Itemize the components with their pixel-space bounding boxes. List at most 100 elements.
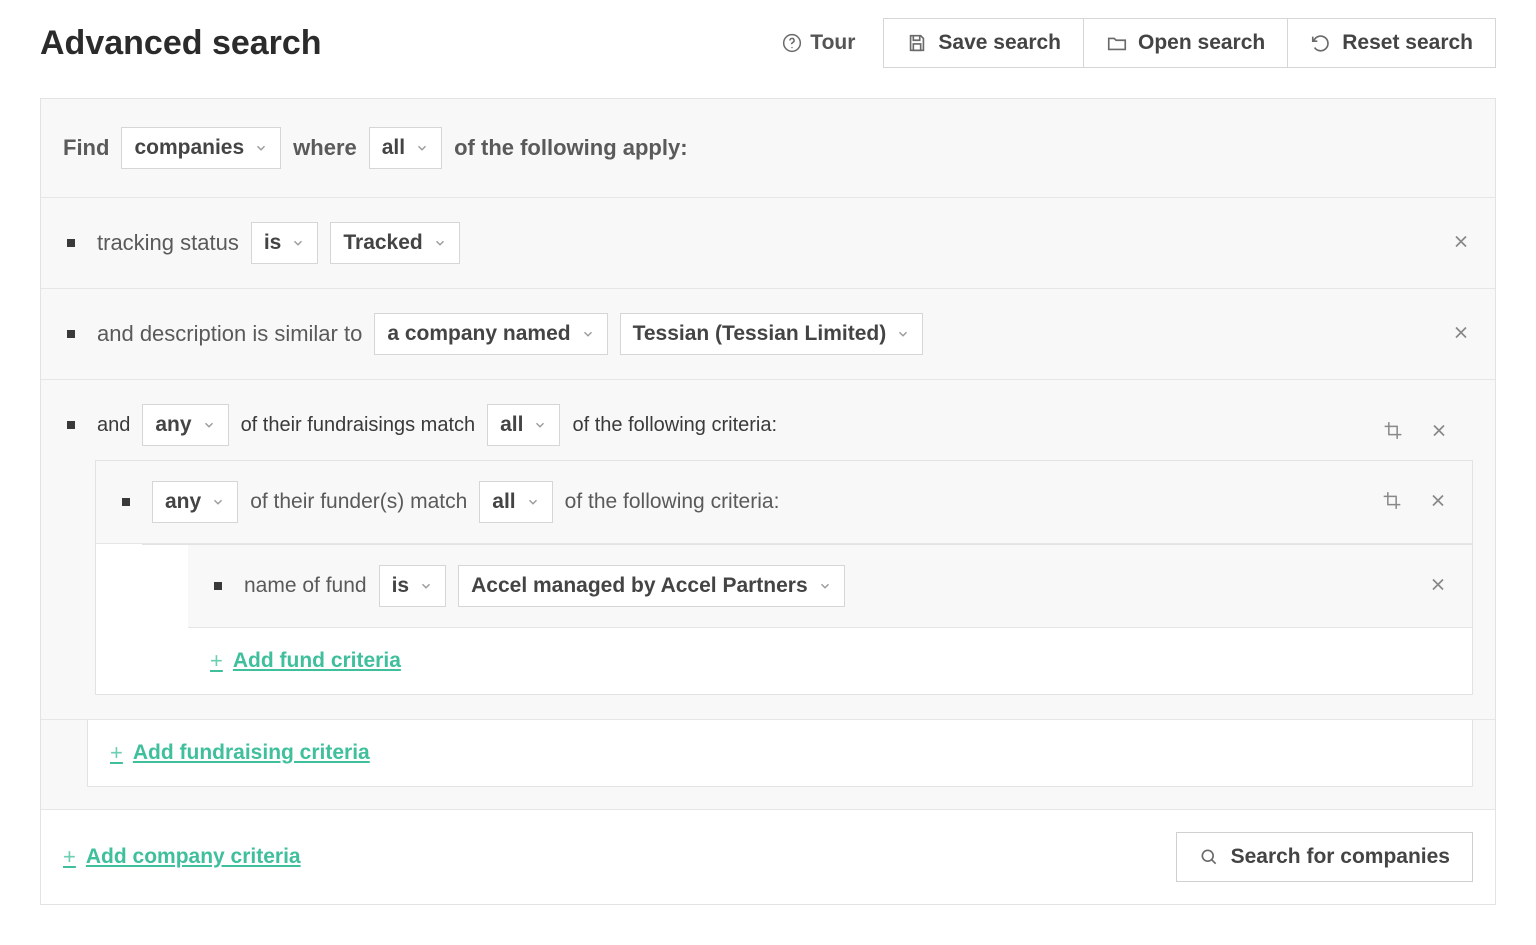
chevron-down-icon [526,495,540,509]
criteria-group-fundraisings: and any of their fundraisings match all … [41,380,1495,810]
add-fundraising-label: Add fundraising criteria [133,741,370,765]
where-label: where [293,135,357,161]
fund-criteria-container: name of fund is Accel managed by Accel P… [142,544,1472,694]
quantifier-value: any [165,490,201,514]
query-footer: + Add company criteria Search for compan… [41,810,1495,904]
value-select[interactable]: Tracked [330,222,459,264]
bullet-icon [67,330,75,338]
similarity-type-select[interactable]: a company named [374,313,607,355]
entity-select[interactable]: companies [121,127,281,169]
crop-group-button[interactable] [1379,417,1407,448]
find-label: Find [63,135,109,161]
apply-suffix: of the following apply: [454,135,687,161]
folder-icon [1106,32,1128,54]
and-prefix: and [97,414,130,437]
description-prefix: and description is similar to [97,321,362,347]
header-actions: Tour Save search Open search [764,18,1496,68]
bullet-icon [122,498,130,506]
close-icon [1428,491,1448,514]
criteria-row-fund-name: name of fund is Accel managed by Accel P… [188,545,1472,628]
page-header: Advanced search Tour Save search [40,18,1496,68]
quantifier-select[interactable]: any [152,481,238,523]
remove-criteria-button[interactable] [1424,571,1452,602]
criteria-row-tracking-status: tracking status is Tracked [41,198,1495,289]
add-fund-criteria-button[interactable]: + Add fund criteria [210,648,401,674]
close-icon [1451,232,1471,255]
field-label: name of fund [244,574,367,598]
add-company-criteria-button[interactable]: + Add company criteria [63,844,301,870]
remove-criteria-button[interactable] [1447,319,1475,350]
fund-value-text: Accel managed by Accel Partners [471,574,808,598]
field-label: tracking status [97,230,239,256]
chevron-down-icon [896,327,910,341]
similarity-type-value: a company named [387,322,570,346]
remove-group-button[interactable] [1425,417,1453,448]
match-mode-value: all [500,413,523,437]
fundraising-group-header: and any of their fundraisings match all … [49,404,1473,460]
fundraising-middle: of their fundraisings match [241,414,476,437]
chevron-down-icon [254,141,268,155]
bullet-icon [67,421,75,429]
save-icon [906,32,928,54]
save-label: Save search [938,31,1061,55]
funders-suffix: of the following criteria: [565,490,780,514]
fund-value-select[interactable]: Accel managed by Accel Partners [458,565,845,607]
add-fund-criteria-row: + Add fund criteria [188,628,1472,694]
match-mode-select[interactable]: all [369,127,442,169]
operator-value: is [264,231,282,255]
query-header-row: Find companies where all of the followin… [41,99,1495,198]
add-company-label: Add company criteria [86,845,301,869]
value-text: Tracked [343,231,422,255]
tour-button[interactable]: Tour [764,21,873,65]
chevron-down-icon [291,236,305,250]
add-fundraising-criteria-row: + Add fundraising criteria [87,720,1473,787]
company-value-select[interactable]: Tessian (Tessian Limited) [620,313,924,355]
match-mode-select[interactable]: all [487,404,560,446]
plus-icon: + [210,648,223,674]
fundraising-suffix: of the following criteria: [572,414,777,437]
criteria-row-description: and description is similar to a company … [41,289,1495,380]
entity-select-value: companies [134,136,244,160]
add-fund-label: Add fund criteria [233,649,401,673]
search-icon [1199,847,1219,867]
chevron-down-icon [433,236,447,250]
match-mode-value: all [492,490,515,514]
match-mode-select[interactable]: all [479,481,552,523]
reset-search-button[interactable]: Reset search [1288,18,1496,68]
plus-icon: + [63,844,76,870]
search-label: Search for companies [1231,845,1450,869]
quantifier-value: any [155,413,191,437]
bullet-icon [67,239,75,247]
chevron-down-icon [818,579,832,593]
crop-icon [1383,421,1403,444]
funders-group-header: any of their funder(s) match all of the … [96,461,1472,544]
operator-select[interactable]: is [251,222,319,264]
open-label: Open search [1138,31,1265,55]
add-fundraising-criteria-button[interactable]: + Add fundraising criteria [110,740,370,766]
search-companies-button[interactable]: Search for companies [1176,832,1473,882]
funders-group: any of their funder(s) match all of the … [95,460,1473,695]
help-icon [782,33,802,53]
remove-criteria-button[interactable] [1447,228,1475,259]
funders-middle: of their funder(s) match [250,490,467,514]
save-search-button[interactable]: Save search [883,18,1084,68]
open-search-button[interactable]: Open search [1084,18,1288,68]
crop-group-button[interactable] [1378,487,1406,518]
bullet-icon [214,582,222,590]
query-builder: Find companies where all of the followin… [40,98,1496,905]
chevron-down-icon [415,141,429,155]
plus-icon: + [110,740,123,766]
close-icon [1429,421,1449,444]
quantifier-select[interactable]: any [142,404,228,446]
toolbar-button-group: Save search Open search Reset search [883,18,1496,68]
tour-label: Tour [810,31,855,55]
remove-group-button[interactable] [1424,487,1452,518]
close-icon [1428,575,1448,598]
reset-label: Reset search [1342,31,1473,55]
chevron-down-icon [419,579,433,593]
operator-select[interactable]: is [379,565,447,607]
chevron-down-icon [581,327,595,341]
crop-icon [1382,491,1402,514]
company-value-text: Tessian (Tessian Limited) [633,322,887,346]
close-icon [1451,323,1471,346]
